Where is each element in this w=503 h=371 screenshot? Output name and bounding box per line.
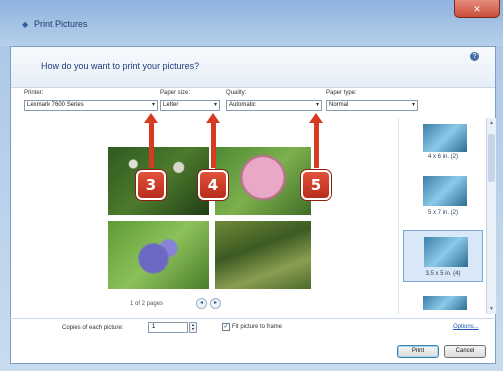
callout-badge-4: 4 (198, 170, 228, 200)
preview-photo-meadow (213, 219, 313, 291)
paper-type-value: Normal (329, 102, 349, 108)
layout-thumbnail (423, 296, 467, 310)
layout-option-5x7[interactable]: 5 x 7 in. (2) (403, 174, 483, 218)
copies-input[interactable]: 1 (148, 322, 188, 333)
paper-size-value: Letter (163, 102, 179, 108)
callout-badge-5: 5 (301, 170, 331, 200)
options-link[interactable]: Options... (453, 324, 479, 330)
callout-badge-3: 3 (136, 170, 166, 200)
fit-picture-label: Fit picture to frame (232, 324, 283, 330)
callout-arrow-shaft (211, 122, 216, 168)
layout-option-next[interactable] (403, 294, 483, 312)
print-pictures-window: ◆ Print Pictures ✕ How do you want to pr… (0, 0, 503, 371)
layout-label: 4 x 6 in. (2) (427, 154, 458, 160)
previous-page-button[interactable]: ◂ (196, 298, 207, 309)
paper-size-select[interactable]: Letter ▾ (160, 100, 220, 111)
quality-select[interactable]: Automatic ▾ (226, 100, 322, 111)
spinner-down-icon[interactable]: ▾ (190, 327, 196, 331)
printer-label: Printer: (24, 90, 44, 96)
layout-label: 5 x 7 in. (2) (427, 210, 458, 216)
fit-picture-checkbox[interactable]: ✓ (222, 323, 230, 331)
close-button[interactable]: ✕ (454, 0, 500, 18)
scroll-thumb[interactable] (488, 134, 495, 182)
callout-arrow-shaft (314, 122, 319, 168)
print-preview (14, 145, 392, 295)
scroll-down-icon[interactable]: ▼ (489, 306, 494, 312)
preview-photo-pink-clover (213, 145, 313, 217)
layout-option-3.5x5[interactable]: 3.5 x 5 in. (4) (403, 230, 483, 282)
paper-type-select[interactable]: Normal ▾ (326, 100, 418, 111)
layout-option-4x6[interactable]: 4 x 6 in. (2) (403, 122, 483, 162)
paper-size-label: Paper size: (160, 90, 191, 96)
cancel-button[interactable]: Cancel (444, 345, 486, 358)
layout-thumbnail (423, 124, 467, 152)
chevron-down-icon: ▾ (411, 102, 415, 108)
printer-value: Lexmark 7600 Series (27, 102, 84, 108)
copies-spinner[interactable]: ▴ ▾ (189, 322, 197, 333)
window-title: Print Pictures (34, 19, 88, 29)
layout-scrollbar[interactable]: ▲ ▼ (486, 118, 496, 314)
chevron-down-icon: ▾ (315, 102, 319, 108)
chevron-down-icon: ▾ (213, 102, 217, 108)
copies-label: Copies of each picture: (62, 325, 124, 331)
layout-label: 3.5 x 5 in. (4) (425, 271, 461, 277)
layout-thumbnail (423, 176, 467, 206)
title-bar: ◆ Print Pictures ✕ (0, 0, 503, 46)
quality-value: Automatic (229, 102, 256, 108)
preview-photo-purple-flowers (106, 219, 211, 291)
help-icon[interactable]: ? (470, 52, 479, 61)
print-button[interactable]: Print (397, 345, 439, 358)
next-page-button[interactable]: ▸ (210, 298, 221, 309)
callout-arrow-shaft (149, 122, 154, 168)
layout-thumbnail (424, 237, 468, 267)
chevron-down-icon: ▾ (151, 102, 155, 108)
scroll-up-icon[interactable]: ▲ (489, 120, 494, 126)
printer-select[interactable]: Lexmark 7600 Series ▾ (24, 100, 158, 111)
print-question: How do you want to print your pictures? (41, 61, 200, 71)
dialog-header: How do you want to print your pictures? (11, 47, 495, 88)
layout-list: 4 x 6 in. (2) 5 x 7 in. (2) 3.5 x 5 in. … (398, 118, 487, 314)
printer-icon: ◆ (22, 20, 29, 29)
page-indicator: 1 of 2 pages (130, 301, 164, 307)
quality-label: Quality: (226, 90, 247, 96)
paper-type-label: Paper type: (326, 90, 357, 96)
